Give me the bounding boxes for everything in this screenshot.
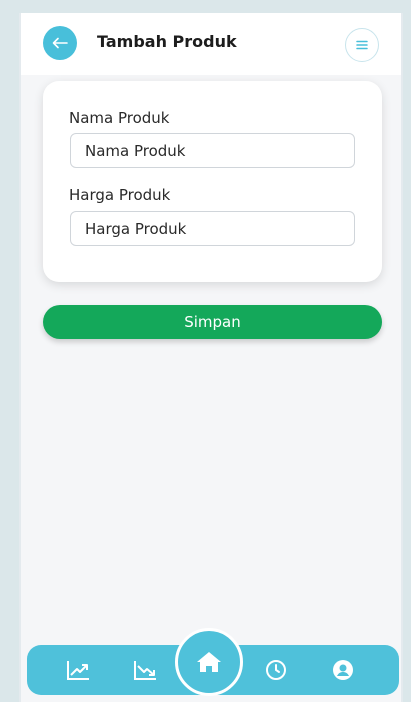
app-header: Tambah Produk bbox=[21, 13, 401, 75]
clock-icon bbox=[266, 660, 286, 680]
profile-icon bbox=[333, 660, 353, 680]
product-name-input[interactable] bbox=[70, 133, 355, 168]
page-title: Tambah Produk bbox=[97, 32, 237, 51]
product-form-card: Nama Produk Harga Produk bbox=[43, 81, 382, 282]
arrow-left-icon bbox=[52, 37, 68, 49]
back-button[interactable] bbox=[43, 26, 77, 60]
product-price-input[interactable] bbox=[70, 211, 355, 246]
product-name-label: Nama Produk bbox=[69, 109, 170, 127]
menu-button[interactable] bbox=[345, 28, 379, 62]
product-price-label: Harga Produk bbox=[69, 186, 171, 204]
chart-down-icon bbox=[134, 661, 156, 680]
nav-item-chart-up[interactable] bbox=[63, 656, 93, 684]
nav-item-chart-down[interactable] bbox=[130, 656, 160, 684]
save-button[interactable]: Simpan bbox=[43, 305, 382, 339]
app-screen: Tambah Produk Nama Produk Harga Produk S… bbox=[19, 13, 403, 702]
home-button[interactable] bbox=[175, 628, 243, 696]
chart-up-icon bbox=[67, 661, 89, 680]
nav-item-history[interactable] bbox=[261, 656, 291, 684]
menu-icon bbox=[356, 40, 368, 50]
home-icon bbox=[197, 652, 221, 672]
nav-item-profile[interactable] bbox=[328, 656, 358, 684]
